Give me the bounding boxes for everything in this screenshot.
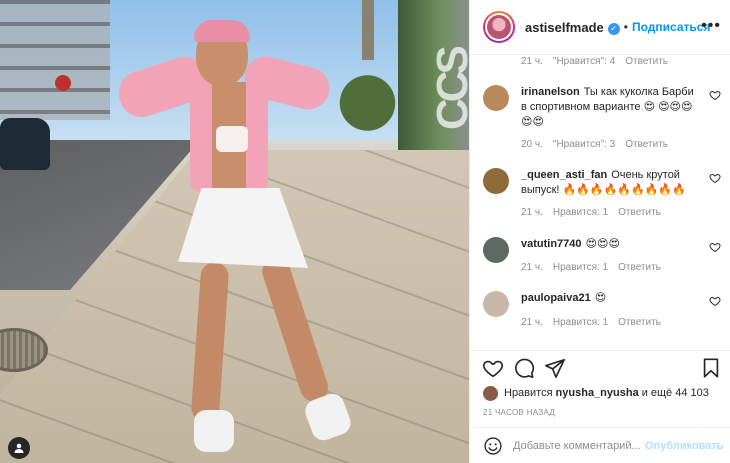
photo-building-left (0, 0, 110, 120)
comment-text: vatutin7740 😍😍😍 (521, 237, 701, 252)
emoji-icon[interactable] (483, 436, 503, 456)
post-view: CCS astiselfmade ✓ • Подписаться ••• 21 … (0, 0, 730, 463)
comment-reply-button[interactable]: Ответить (625, 139, 668, 150)
comment-item: _queen_asti_fan Очень крутой выпуск! 🔥🔥🔥🔥… (483, 168, 721, 223)
post-actions (470, 350, 730, 385)
comment-input[interactable] (513, 439, 641, 452)
person-shoe-left (194, 410, 234, 452)
likes-prefix: Нравится (504, 387, 553, 399)
likes-summary: Нравится nyusha_nyusha и ещё 44 103 (483, 384, 709, 402)
comment-username[interactable]: irinanelson (521, 86, 580, 98)
person-leg-left (190, 261, 230, 423)
comment-likes[interactable]: Нравится: 1 (553, 262, 608, 273)
likes-user[interactable]: nyusha_nyusha (556, 387, 639, 399)
comment-meta: 21 ч. Нравится: 1 Ответить (521, 317, 671, 328)
comment-likes[interactable]: Нравится: 1 (553, 207, 608, 218)
post-timestamp[interactable]: 21 ЧАСОВ НАЗАД (483, 408, 555, 417)
comments-list[interactable]: 21 ч. "Нравится": 4 Ответить irinanelson Ты… (470, 55, 730, 350)
person-leg-right (258, 253, 332, 405)
person-headscarf (194, 20, 250, 42)
publish-button[interactable]: Опубликовать (645, 440, 724, 452)
heart-icon[interactable] (482, 357, 504, 379)
comment-username[interactable]: vatutin7740 (521, 238, 582, 250)
comment-meta: 21 ч. Нравится: 1 Ответить (521, 262, 671, 273)
comment-like-heart-icon[interactable] (709, 89, 721, 101)
photo-pole (362, 0, 374, 60)
comment-item: irinanelson Ты как куколка Барби в спорти… (483, 85, 721, 155)
follow-button[interactable]: Подписаться (632, 20, 710, 34)
comment-reply-button[interactable]: Ответить (618, 262, 661, 273)
user-tag-icon[interactable] (8, 437, 30, 459)
comment-item: vatutin7740 😍😍😍 21 ч. Нравится: 1 Ответить (483, 237, 721, 277)
person-top (216, 126, 248, 152)
comment-time: 21 ч. (521, 56, 543, 67)
comment-text: irinanelson Ты как куколка Барби в спорти… (521, 85, 701, 130)
comment-avatar[interactable] (483, 85, 509, 111)
comment-icon[interactable] (513, 357, 535, 379)
comment-likes[interactable]: Нравится: 1 (553, 317, 608, 328)
header-separator: • (623, 20, 628, 34)
share-icon[interactable] (544, 357, 566, 379)
likes-count[interactable]: и ещё 44 103 (642, 387, 709, 399)
photo-building-sign: CCS (428, 49, 469, 130)
comment-body: 😍😍😍 (585, 238, 620, 250)
comment-reply-button[interactable]: Ответить (625, 56, 668, 67)
verified-icon: ✓ (607, 22, 620, 35)
comment-likes[interactable]: "Нравится": 3 (553, 139, 615, 150)
comment-like-heart-icon[interactable] (709, 172, 721, 184)
comment-username[interactable]: paulopaiva21 (521, 292, 591, 304)
comment-avatar[interactable] (483, 168, 509, 194)
comment-like-heart-icon[interactable] (709, 295, 721, 307)
author-username-text[interactable]: astiselfmade (525, 20, 604, 35)
photo-person (113, 18, 358, 463)
comment-text: _queen_asti_fan Очень крутой выпуск! 🔥🔥🔥🔥… (521, 168, 701, 198)
comment-time: 20 ч. (521, 139, 543, 150)
add-comment-bar: Опубликовать (470, 427, 730, 463)
comment-avatar[interactable] (483, 237, 509, 263)
author-avatar-image (485, 13, 513, 41)
post-side-panel: astiselfmade ✓ • Подписаться ••• 21 ч. "Нр… (469, 0, 730, 463)
comment-item: paulopaiva21 😍 21 ч. Нравится: 1 Ответить (483, 291, 721, 331)
photo-car (0, 118, 50, 170)
comment-likes[interactable]: "Нравится": 4 (553, 56, 615, 67)
likes-avatar[interactable] (483, 385, 498, 401)
post-photo[interactable]: CCS (0, 0, 469, 463)
comment-time: 21 ч. (521, 317, 543, 328)
comment-like-heart-icon[interactable] (709, 241, 721, 253)
comment-body: 😍 (594, 292, 607, 304)
author-avatar[interactable] (483, 11, 515, 43)
comment-text: paulopaiva21 😍 (521, 291, 701, 306)
comment-username[interactable]: _queen_asti_fan (521, 169, 607, 181)
comment-avatar[interactable] (483, 291, 509, 317)
comment-meta: 21 ч. Нравится: 1 Ответить (521, 207, 671, 218)
comment-reply-button[interactable]: Ответить (618, 207, 661, 218)
comment-meta: 20 ч. "Нравится": 3 Ответить (521, 139, 678, 150)
person-skirt (178, 188, 308, 268)
comment-time: 21 ч. (521, 207, 543, 218)
comment-time: 21 ч. (521, 262, 543, 273)
post-header: astiselfmade ✓ • Подписаться ••• (470, 0, 730, 55)
author-username[interactable]: astiselfmade ✓ (525, 20, 620, 35)
previous-comment-meta: 21 ч. "Нравится": 4 Ответить (521, 56, 678, 67)
comment-reply-button[interactable]: Ответить (618, 317, 661, 328)
bookmark-icon[interactable] (700, 357, 722, 379)
photo-stop-sign (55, 75, 71, 91)
more-options-icon[interactable]: ••• (701, 17, 721, 35)
